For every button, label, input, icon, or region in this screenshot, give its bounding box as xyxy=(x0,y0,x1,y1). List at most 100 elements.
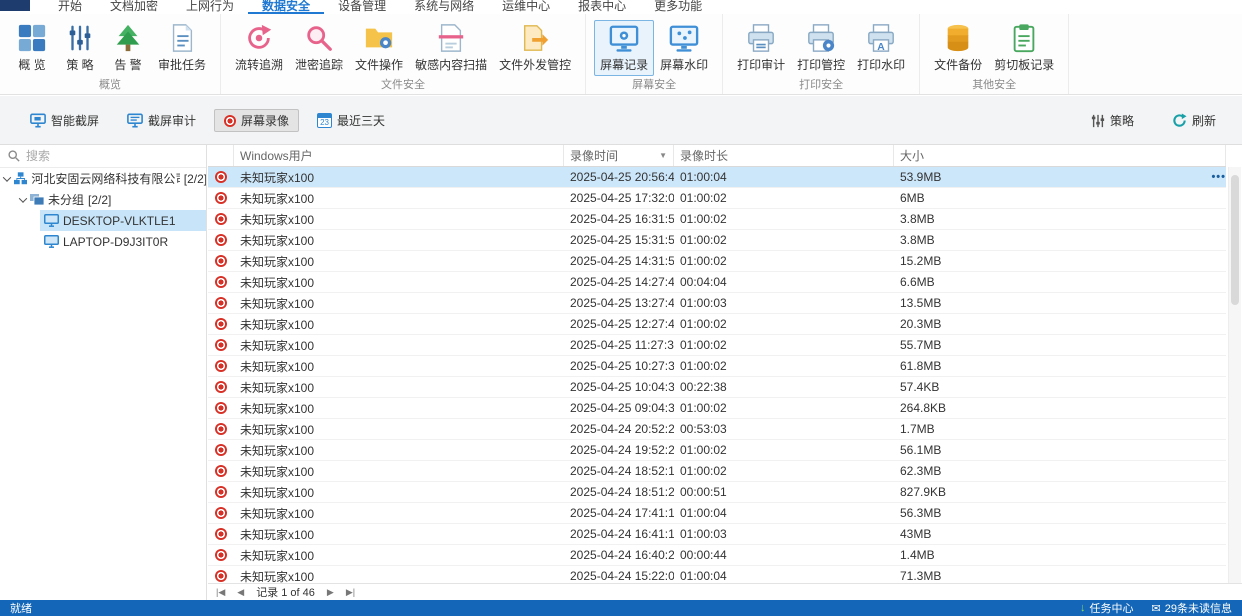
cell-windows-user: 未知玩家x100 xyxy=(240,317,315,332)
table-row[interactable]: 未知玩家x100 2025-04-25 16:31:58 01:00:02 3.… xyxy=(208,209,1226,230)
task-center-button[interactable]: ↓ 任务中心 xyxy=(1080,600,1134,616)
cell-size: 56.1MB xyxy=(900,443,942,457)
sort-desc-icon[interactable]: ▼ xyxy=(659,151,667,160)
table-row[interactable]: 未知玩家x100 2025-04-24 16:40:25 00:00:44 1.… xyxy=(208,545,1226,566)
cell-record-time: 2025-04-24 16:40:25 xyxy=(570,548,674,562)
file-operations-button[interactable]: 文件操作 xyxy=(349,20,409,76)
table-row[interactable]: 未知玩家x100 2025-04-24 18:51:27 00:00:51 82… xyxy=(208,482,1226,503)
ribbon-tab[interactable]: 开始 xyxy=(44,0,96,14)
group-label: 屏幕安全 xyxy=(632,79,677,91)
screen-record-button[interactable]: 屏幕记录 xyxy=(594,20,655,76)
sensitive-scan-button[interactable]: 敏感内容扫描 xyxy=(409,20,493,76)
unread-messages-button[interactable]: ✉ 29条未读信息 xyxy=(1152,600,1232,616)
vertical-scrollbar[interactable] xyxy=(1228,167,1241,583)
ribbon-group-file-security: 流转追溯 泄密追踪 文件操作 敏感内容扫描 文件外发管控 文件安全 xyxy=(221,14,587,94)
record-icon xyxy=(215,360,227,372)
file-outgoing-button[interactable]: 文件外发管控 xyxy=(493,20,577,76)
column-header-record-time[interactable]: 录像时间 ▼ xyxy=(564,145,674,166)
flow-trace-button[interactable]: 流转追溯 xyxy=(229,20,289,76)
chevron-down-icon[interactable] xyxy=(18,193,28,203)
cell-size: 6MB xyxy=(900,191,925,205)
scrollbar-thumb[interactable] xyxy=(1231,175,1239,305)
leak-track-button[interactable]: 泄密追踪 xyxy=(289,20,349,76)
column-header-icon[interactable] xyxy=(208,145,234,166)
smart-screenshot-button[interactable]: 智能截屏 xyxy=(20,109,109,132)
table-row[interactable]: 未知玩家x100 2025-04-25 14:27:48 00:04:04 6.… xyxy=(208,272,1226,293)
ribbon-tab[interactable]: 运维中心 xyxy=(488,0,564,14)
column-header-windows-user[interactable]: Windows用户 xyxy=(234,145,564,166)
strategy-button[interactable]: 策略 xyxy=(1081,109,1144,132)
cell-record-time: 2025-04-25 14:31:52 xyxy=(570,254,674,268)
table-row[interactable]: 未知玩家x100 2025-04-24 17:41:13 01:00:04 56… xyxy=(208,503,1226,524)
file-backup-button[interactable]: 文件备份 xyxy=(928,20,988,76)
table-row[interactable]: 未知玩家x100 2025-04-24 16:41:10 01:00:03 43… xyxy=(208,524,1226,545)
table-row[interactable]: 未知玩家x100 2025-04-25 10:04:33 00:22:38 57… xyxy=(208,377,1226,398)
cell-windows-user: 未知玩家x100 xyxy=(240,338,315,353)
cell-duration: 01:00:02 xyxy=(680,359,727,373)
cell-duration: 01:00:03 xyxy=(680,527,727,541)
approval-tasks-button[interactable]: 审批任务 xyxy=(152,20,212,76)
chevron-down-icon[interactable] xyxy=(2,172,12,182)
print-watermark-button[interactable]: A 打印水印 xyxy=(851,20,911,76)
tree-item-desktop-vlktle1[interactable]: DESKTOP-VLKTLE1 xyxy=(0,210,206,231)
screenshot-audit-button[interactable]: 截屏审计 xyxy=(117,109,206,132)
screen-recording-button[interactable]: 屏幕录像 xyxy=(214,109,300,132)
table-row[interactable]: 未知玩家x100 2025-04-25 11:27:39 01:00:02 55… xyxy=(208,335,1226,356)
record-icon xyxy=(215,255,227,267)
first-page-button[interactable]: |◀ xyxy=(216,587,225,598)
ribbon-tab[interactable]: 设备管理 xyxy=(324,0,400,14)
cell-duration: 01:00:02 xyxy=(680,464,727,478)
table-row[interactable]: 未知玩家x100 2025-04-25 15:31:55 01:00:02 3.… xyxy=(208,230,1226,251)
screen-watermark-button[interactable]: 屏幕水印 xyxy=(654,20,714,76)
last-page-button[interactable]: ▶| xyxy=(346,587,355,598)
cell-duration: 01:00:04 xyxy=(680,170,727,184)
tree-item-ungrouped[interactable]: 未分组 [2/2] xyxy=(0,189,206,210)
table-row[interactable]: 未知玩家x100 2025-04-25 10:27:36 01:00:02 61… xyxy=(208,356,1226,377)
table-row[interactable]: 未知玩家x100 2025-04-24 19:52:23 01:00:02 56… xyxy=(208,440,1226,461)
record-icon xyxy=(215,171,227,183)
print-audit-button[interactable]: 打印审计 xyxy=(731,20,791,76)
column-header-size[interactable]: 大小 xyxy=(894,145,1226,166)
ribbon-tab[interactable]: 文档加密 xyxy=(96,0,172,14)
next-page-button[interactable]: ▶ xyxy=(327,587,334,598)
prev-page-button[interactable]: ◀ xyxy=(237,587,244,598)
group-label: 文件安全 xyxy=(381,79,426,91)
overview-button[interactable]: 概 览 xyxy=(8,20,56,76)
refresh-button[interactable]: 刷新 xyxy=(1162,109,1226,132)
cell-windows-user: 未知玩家x100 xyxy=(240,506,315,521)
clipboard-record-button[interactable]: 剪切板记录 xyxy=(988,20,1060,76)
tree-item-laptop-d9j3it0r[interactable]: LAPTOP-D9J3IT0R xyxy=(0,231,206,252)
table-row[interactable]: 未知玩家x100 2025-04-24 15:22:06 01:00:04 71… xyxy=(208,566,1226,583)
cell-windows-user: 未知玩家x100 xyxy=(240,212,315,227)
tree-item-company[interactable]: 河北安固云网络科技有限公司 [2/2] xyxy=(0,168,206,189)
ribbon-tab[interactable]: 数据安全 xyxy=(248,0,325,14)
ribbon-tab[interactable]: 报表中心 xyxy=(564,0,640,14)
table-row[interactable]: 未知玩家x100 2025-04-25 14:31:52 01:00:02 15… xyxy=(208,251,1226,272)
column-header-duration[interactable]: 录像时长 xyxy=(674,145,894,166)
flow-trace-icon xyxy=(248,24,272,49)
print-control-button[interactable]: 打印管控 xyxy=(791,20,851,76)
alert-button[interactable]: 告 警 xyxy=(104,20,152,76)
record-icon xyxy=(215,549,227,561)
table-row[interactable]: 未知玩家x100 2025-04-25 13:27:44 01:00:03 13… xyxy=(208,293,1226,314)
last-three-days-button[interactable]: 23 最近三天 xyxy=(307,109,395,132)
table-row[interactable]: 未知玩家x100 2025-04-25 17:32:01 01:00:02 6M… xyxy=(208,188,1226,209)
app-menu-button[interactable] xyxy=(0,0,30,11)
cell-record-time: 2025-04-24 18:52:19 xyxy=(570,464,674,478)
more-actions-icon[interactable]: ••• xyxy=(1204,171,1226,183)
cell-duration: 01:00:02 xyxy=(680,254,727,268)
ribbon-tab[interactable]: 更多功能 xyxy=(640,0,716,14)
search-input[interactable] xyxy=(26,149,186,163)
table-row[interactable]: 未知玩家x100 2025-04-25 20:56:49 01:00:04 53… xyxy=(208,167,1226,188)
table-row[interactable]: 未知玩家x100 2025-04-25 12:27:41 01:00:02 20… xyxy=(208,314,1226,335)
table-row[interactable]: 未知玩家x100 2025-04-24 18:52:19 01:00:02 62… xyxy=(208,461,1226,482)
ribbon-tab[interactable]: 上网行为 xyxy=(172,0,248,14)
table-row[interactable]: 未知玩家x100 2025-04-24 20:52:26 00:53:03 1.… xyxy=(208,419,1226,440)
cell-size: 3.8MB xyxy=(900,212,935,226)
cell-duration: 01:00:02 xyxy=(680,191,727,205)
policy-button[interactable]: 策 略 xyxy=(56,20,104,76)
ribbon-tab[interactable]: 系统与网络 xyxy=(400,0,488,14)
cell-record-time: 2025-04-24 15:22:06 xyxy=(570,569,674,583)
table-row[interactable]: 未知玩家x100 2025-04-25 09:04:31 01:00:02 26… xyxy=(208,398,1226,419)
cell-windows-user: 未知玩家x100 xyxy=(240,401,315,416)
